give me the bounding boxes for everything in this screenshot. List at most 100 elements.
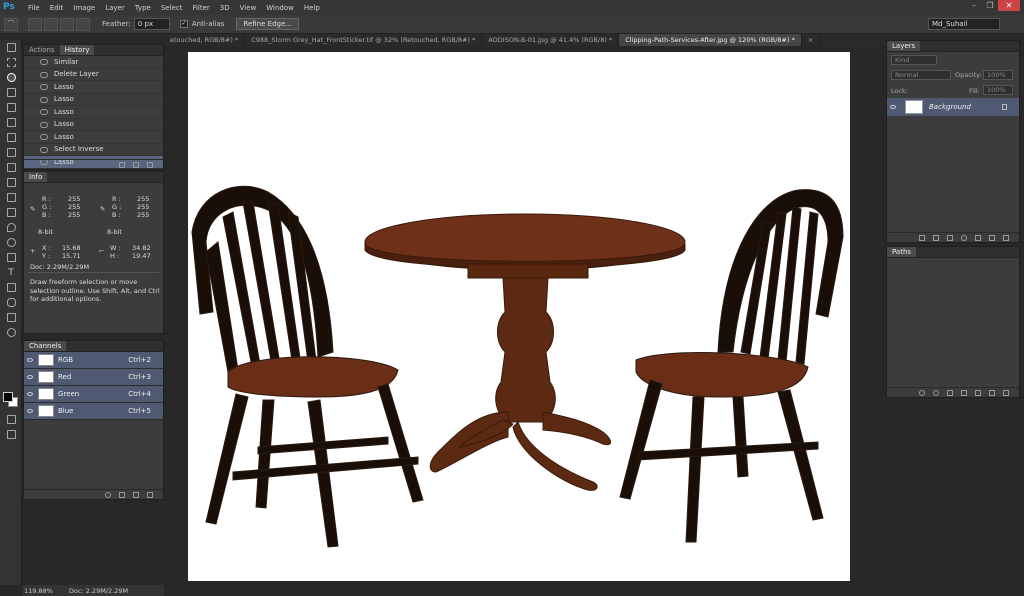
trash-icon[interactable] <box>147 162 153 168</box>
channel-row-rgb[interactable]: RGB Ctrl+2 <box>24 352 163 369</box>
document-tab[interactable]: ADDISON-B-01.jpg @ 41.4% (RGB/8) * <box>482 34 620 46</box>
stroke-path-icon[interactable] <box>933 390 939 396</box>
new-selection-icon[interactable] <box>28 17 42 31</box>
opacity-input[interactable]: 100% <box>983 70 1013 80</box>
eye-icon[interactable] <box>27 375 33 379</box>
history-item[interactable]: Lasso <box>24 131 163 144</box>
menu-3d[interactable]: 3D <box>215 4 235 12</box>
trash-icon[interactable] <box>1003 390 1009 396</box>
history-item[interactable]: Lasso <box>24 106 163 119</box>
document-tab[interactable]: C988_Storm Grey_Hat_FrontSticker.tif @ 3… <box>245 34 483 46</box>
make-work-path-icon[interactable] <box>961 390 967 396</box>
intersect-selection-icon[interactable] <box>76 17 90 31</box>
layer-style-icon[interactable] <box>933 235 939 241</box>
document-tab[interactable]: etouched, RGB/8#) * <box>164 34 246 46</box>
blur-tool-icon[interactable] <box>0 220 22 235</box>
type-tool-icon[interactable]: T <box>0 265 22 280</box>
restore-button[interactable]: ❐ <box>982 0 998 11</box>
menu-help[interactable]: Help <box>299 4 325 12</box>
menu-layer[interactable]: Layer <box>100 4 130 12</box>
eyedropper-tool-icon[interactable] <box>0 115 22 130</box>
add-selection-icon[interactable] <box>44 17 58 31</box>
history-item[interactable]: Select Inverse <box>24 144 163 156</box>
brush-tool-icon[interactable] <box>0 145 22 160</box>
menu-image[interactable]: Image <box>68 4 100 12</box>
feather-input[interactable]: 0 px <box>133 18 170 30</box>
fill-path-icon[interactable] <box>919 390 925 396</box>
close-button[interactable]: ✕ <box>998 0 1020 11</box>
document-tab-active[interactable]: Clipping-Path-Services-After.jpg @ 120% … <box>619 34 802 46</box>
refine-edge-button[interactable]: Refine Edge... <box>236 18 299 30</box>
tab-channels[interactable]: Channels <box>24 341 67 351</box>
screen-mode-icon[interactable] <box>0 427 22 442</box>
new-path-icon[interactable] <box>989 390 995 396</box>
channel-row-green[interactable]: Green Ctrl+4 <box>24 386 163 403</box>
history-brush-tool-icon[interactable] <box>0 175 22 190</box>
anti-alias-checkbox[interactable]: ✓ <box>179 20 188 28</box>
zoom-level[interactable]: 119.88% <box>24 587 53 595</box>
dodge-tool-icon[interactable] <box>0 235 22 250</box>
close-tab-icon[interactable]: × <box>802 34 821 46</box>
tab-layers[interactable]: Layers <box>887 41 921 51</box>
crop-tool-icon[interactable] <box>0 100 22 115</box>
camera-icon[interactable] <box>133 162 139 168</box>
menu-window[interactable]: Window <box>261 4 299 12</box>
eraser-tool-icon[interactable] <box>0 190 22 205</box>
move-tool-icon[interactable] <box>0 40 22 55</box>
pen-tool-icon[interactable] <box>0 250 22 265</box>
channel-row-red[interactable]: Red Ctrl+3 <box>24 369 163 386</box>
add-mask-icon[interactable] <box>975 390 981 396</box>
new-document-from-state-icon[interactable] <box>119 162 125 168</box>
trash-icon[interactable] <box>1003 235 1009 241</box>
load-path-as-selection-icon[interactable] <box>947 390 953 396</box>
channel-row-blue[interactable]: Blue Ctrl+5 <box>24 403 163 420</box>
menu-type[interactable]: Type <box>130 4 156 12</box>
menu-file[interactable]: File <box>23 4 45 12</box>
layer-row-background[interactable]: Background <box>887 98 1019 116</box>
trash-icon[interactable] <box>147 492 153 498</box>
tab-history[interactable]: History <box>59 45 95 55</box>
tab-paths[interactable]: Paths <box>887 247 917 257</box>
document-canvas[interactable] <box>188 52 850 581</box>
history-item[interactable]: Delete Layer <box>24 69 163 81</box>
layer-mask-icon[interactable] <box>947 235 953 241</box>
gradient-tool-icon[interactable] <box>0 205 22 220</box>
shape-tool-icon[interactable] <box>0 295 22 310</box>
save-selection-icon[interactable] <box>119 492 125 498</box>
zoom-tool-icon[interactable] <box>0 325 22 340</box>
lasso-tool-icon[interactable] <box>0 70 22 85</box>
healing-brush-tool-icon[interactable] <box>0 130 22 145</box>
history-item[interactable]: Lasso <box>24 81 163 94</box>
history-item[interactable]: Lasso <box>24 119 163 131</box>
minimize-button[interactable]: – <box>966 0 982 11</box>
blend-mode-select[interactable]: Normal <box>891 70 951 80</box>
quick-mask-icon[interactable] <box>0 412 22 427</box>
menu-select[interactable]: Select <box>156 4 188 12</box>
tab-info[interactable]: Info <box>24 172 48 182</box>
hand-tool-icon[interactable] <box>0 310 22 325</box>
path-selection-tool-icon[interactable] <box>0 280 22 295</box>
quick-selection-tool-icon[interactable] <box>0 85 22 100</box>
layer-filter-kind[interactable]: Kind <box>891 55 937 65</box>
foreground-color-swatch[interactable] <box>3 392 13 402</box>
new-channel-icon[interactable] <box>133 492 139 498</box>
history-item[interactable]: Lasso <box>24 94 163 106</box>
history-item[interactable]: Similar <box>24 56 163 69</box>
fill-input[interactable]: 100% <box>983 85 1013 95</box>
link-layers-icon[interactable] <box>919 235 925 241</box>
new-layer-icon[interactable] <box>989 235 995 241</box>
group-icon[interactable] <box>975 235 981 241</box>
lasso-tool-preset-icon[interactable]: ⌒ <box>4 17 18 31</box>
menu-view[interactable]: View <box>235 4 262 12</box>
eye-icon[interactable] <box>27 358 33 362</box>
subtract-selection-icon[interactable] <box>60 17 74 31</box>
load-selection-icon[interactable] <box>105 492 111 498</box>
tab-actions[interactable]: Actions <box>24 45 60 55</box>
clone-stamp-tool-icon[interactable] <box>0 160 22 175</box>
menu-filter[interactable]: Filter <box>187 4 214 12</box>
adjustment-layer-icon[interactable] <box>961 235 967 241</box>
marquee-tool-icon[interactable] <box>0 55 22 70</box>
menu-edit[interactable]: Edit <box>45 4 69 12</box>
eye-icon[interactable] <box>27 409 33 413</box>
workspace-select[interactable]: Md_Suhail <box>928 18 1000 30</box>
